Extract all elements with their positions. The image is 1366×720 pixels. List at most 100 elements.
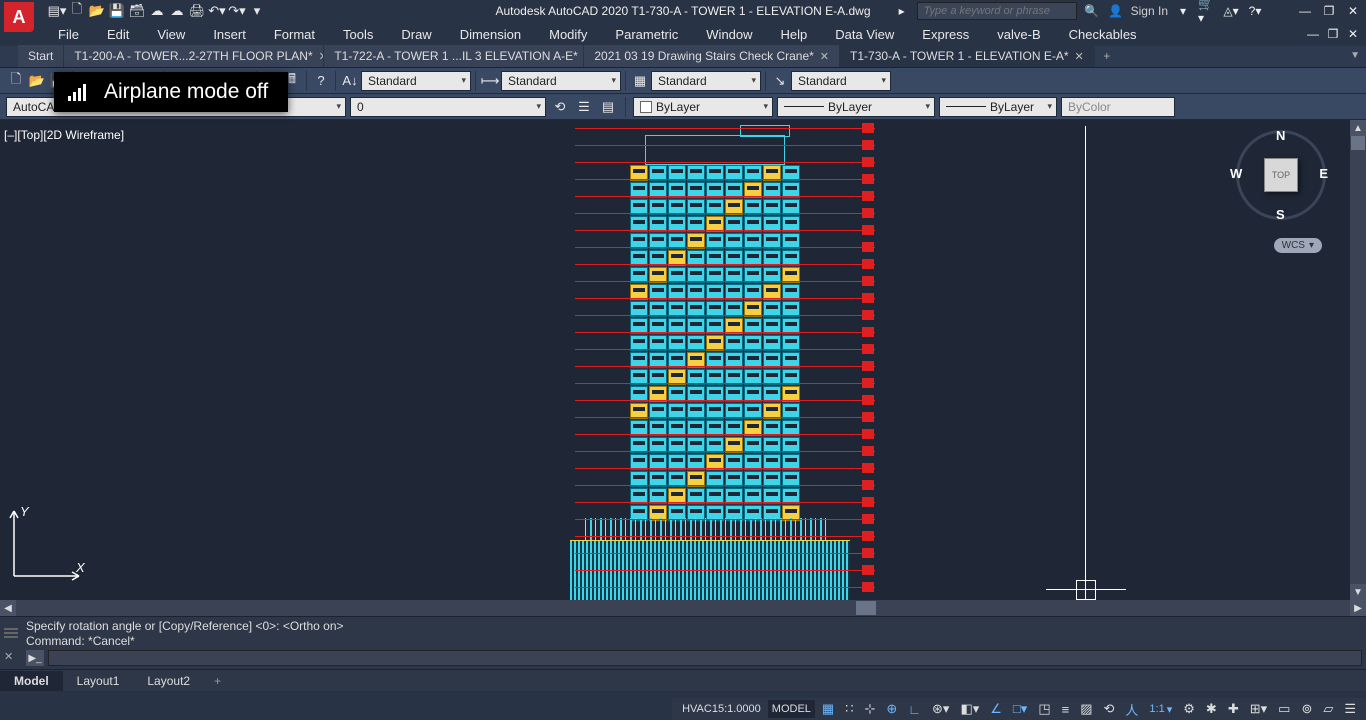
layout-tab-new-icon[interactable]: +	[204, 671, 231, 691]
scroll-left-icon[interactable]: ◀	[0, 600, 16, 616]
viewcube-n[interactable]: N	[1276, 128, 1285, 143]
tab-start[interactable]: Start	[18, 45, 64, 67]
redo-icon[interactable]: ↷▾	[228, 2, 246, 20]
color-combo[interactable]: ByLayer	[633, 97, 773, 117]
menu-valveb[interactable]: valve-B	[983, 24, 1054, 45]
help2-icon[interactable]: ?	[311, 71, 331, 91]
menu-window[interactable]: Window	[692, 24, 766, 45]
qat-menu-icon[interactable]: ▤▾	[48, 2, 66, 20]
viewcube-e[interactable]: E	[1319, 166, 1328, 181]
tab-doc3[interactable]: 2021 03 19 Drawing Stairs Check Crane*✕	[584, 45, 840, 67]
menu-file[interactable]: File	[44, 24, 93, 45]
menu-edit[interactable]: Edit	[93, 24, 143, 45]
menu-draw[interactable]: Draw	[387, 24, 445, 45]
layer-state-icon[interactable]: ☰	[574, 97, 594, 117]
menu-dimension[interactable]: Dimension	[446, 24, 535, 45]
dim-style-icon[interactable]: ⟼	[480, 71, 500, 91]
snap-icon[interactable]: ∷	[841, 700, 857, 718]
signin-label[interactable]: Sign In	[1131, 4, 1168, 18]
table-style-combo[interactable]: Standard	[651, 71, 761, 91]
minimize-icon[interactable]: —	[1296, 2, 1314, 20]
viewcube-s[interactable]: S	[1276, 207, 1285, 222]
undo-icon[interactable]: ↶▾	[208, 2, 226, 20]
3dosnap-icon[interactable]: ◳	[1034, 700, 1054, 718]
menu-dataview[interactable]: Data View	[821, 24, 908, 45]
command-input[interactable]	[48, 650, 1362, 666]
close-cmdline-icon[interactable]: ✕	[4, 650, 13, 665]
tab-doc2[interactable]: T1-722-A - TOWER 1 ...IL 3 ELEVATION A-E…	[324, 45, 584, 67]
viewport-label[interactable]: [–][Top][2D Wireframe]	[4, 128, 124, 142]
tabs-overflow-icon[interactable]: ▼	[1350, 50, 1360, 61]
menu-express[interactable]: Express	[908, 24, 983, 45]
scroll-thumb[interactable]	[856, 601, 876, 615]
menu-tools[interactable]: Tools	[329, 24, 387, 45]
scroll-down-icon[interactable]: ▼	[1350, 584, 1366, 600]
annoscale-icon[interactable]: 人	[1121, 700, 1142, 718]
tab-close-icon[interactable]: ✕	[1075, 50, 1084, 63]
lwt-icon[interactable]: ≡	[1058, 700, 1074, 718]
close-icon[interactable]: ✕	[1344, 2, 1362, 20]
app-icon[interactable]: A	[4, 2, 34, 32]
table-style-icon[interactable]: ▦	[630, 71, 650, 91]
search-icon[interactable]: 🔍	[1083, 2, 1101, 20]
maximize-icon[interactable]: ❐	[1320, 2, 1338, 20]
drawing-canvas[interactable]: [–][Top][2D Wireframe] Y X TOP N S E W W…	[0, 120, 1366, 616]
tab-new-icon[interactable]: +	[1095, 45, 1119, 67]
scroll-up-icon[interactable]: ▲	[1350, 120, 1366, 136]
os-notification[interactable]: Airplane mode off	[54, 72, 288, 112]
menu-view[interactable]: View	[143, 24, 199, 45]
menu-insert[interactable]: Insert	[199, 24, 260, 45]
vertical-scrollbar[interactable]: ▲ ▼	[1350, 120, 1366, 600]
tab-close-icon[interactable]: ✕	[820, 50, 829, 63]
plot-icon[interactable]: 🖨	[188, 2, 206, 20]
cycle-icon[interactable]: ⟲	[1100, 700, 1119, 718]
search-input[interactable]	[917, 2, 1077, 20]
annoadd-icon[interactable]: ✚	[1224, 700, 1243, 718]
gear-icon[interactable]: ⚙	[1179, 700, 1199, 718]
a360-icon[interactable]: ◬▾	[1222, 2, 1240, 20]
menu-help[interactable]: Help	[767, 24, 822, 45]
layer-combo[interactable]: 0	[350, 97, 546, 117]
scroll-thumb[interactable]	[1351, 136, 1365, 150]
layout-tab-2[interactable]: Layout2	[133, 671, 204, 691]
linetype-combo[interactable]: ByLayer	[777, 97, 935, 117]
scale-combo[interactable]: 1:1 ▾	[1145, 700, 1176, 718]
hw-accel-icon[interactable]: ⊚	[1297, 700, 1316, 718]
mleader-style-icon[interactable]: ↘	[770, 71, 790, 91]
monitor-icon[interactable]: ▭	[1274, 700, 1294, 718]
grip-icon[interactable]	[2, 619, 20, 647]
app-store-icon[interactable]: 🛒▾	[1198, 2, 1216, 20]
horizontal-scrollbar[interactable]: ◀ ▶	[0, 600, 1366, 616]
annovis-icon[interactable]: ✱	[1202, 700, 1221, 718]
qat-dropdown-icon[interactable]: ▾	[248, 2, 266, 20]
viewcube-face[interactable]: TOP	[1264, 158, 1298, 192]
signin-dropdown-icon[interactable]: ▾	[1174, 2, 1192, 20]
status-coords[interactable]: HVAC15:1.0000	[678, 700, 765, 718]
open-icon[interactable]: 📂	[88, 2, 106, 20]
ucs-icon[interactable]: Y X	[4, 496, 94, 586]
view-cube[interactable]: TOP N S E W	[1236, 130, 1326, 220]
wcs-badge[interactable]: WCS▾	[1274, 238, 1322, 253]
status-space[interactable]: MODEL	[768, 700, 815, 718]
grid-icon[interactable]: ▦	[818, 700, 838, 718]
doc-restore-icon[interactable]: ❐	[1324, 25, 1342, 43]
command-history[interactable]: ✕ Specify rotation angle or [Copy/Refere…	[0, 617, 1366, 649]
infer-icon[interactable]: ⊹	[860, 700, 879, 718]
text-style-combo[interactable]: Standard	[361, 71, 471, 91]
dim-style-combo[interactable]: Standard	[501, 71, 621, 91]
ws-switch-icon[interactable]: ⊞▾	[1246, 700, 1271, 718]
new-icon[interactable]: 🗋	[6, 71, 26, 91]
mleader-style-combo[interactable]: Standard	[791, 71, 891, 91]
menu-checkables[interactable]: Checkables	[1055, 24, 1151, 45]
dyninput-icon[interactable]: ⊕	[882, 700, 901, 718]
plotstyle-combo[interactable]: ByColor	[1061, 97, 1175, 117]
customize-icon[interactable]: ☰	[1340, 700, 1360, 718]
layer-prev-icon[interactable]: ⟲	[550, 97, 570, 117]
layout-tab-1[interactable]: Layout1	[63, 671, 134, 691]
osnap-icon[interactable]: ∠	[986, 700, 1006, 718]
viewcube-w[interactable]: W	[1230, 166, 1242, 181]
lineweight-combo[interactable]: ByLayer	[939, 97, 1057, 117]
saveas-icon[interactable]: 🗃	[128, 2, 146, 20]
user-icon[interactable]: 👤	[1107, 2, 1125, 20]
menu-format[interactable]: Format	[260, 24, 329, 45]
